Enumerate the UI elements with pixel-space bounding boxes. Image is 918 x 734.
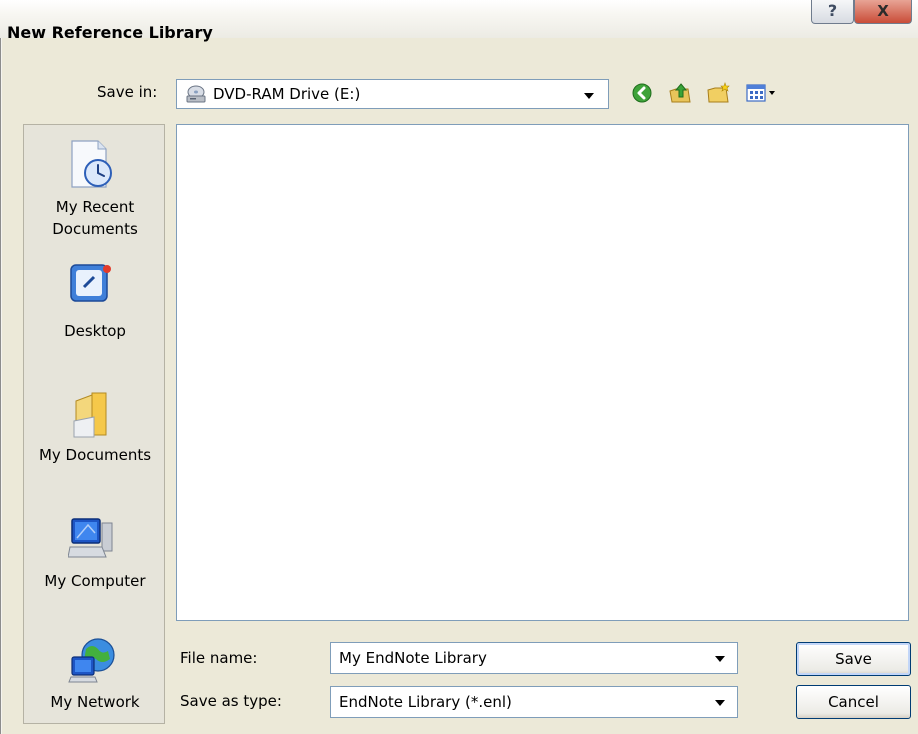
dvd-drive-icon [185,84,207,104]
my-computer-icon [67,513,118,567]
window-left-border [0,0,2,734]
place-label: My Computer [44,572,146,590]
save-in-value: DVD-RAM Drive (E:) [213,85,361,103]
file-name-value[interactable]: My EndNote Library [339,649,487,667]
place-label-line2: Documents [52,220,138,238]
save-as-type-value: EndNote Library (*.enl) [339,693,512,711]
file-name-field[interactable]: My EndNote Library [330,642,738,674]
place-label: My Network [50,693,140,711]
help-button[interactable]: ? [811,0,854,24]
place-my-documents[interactable]: My Documents [24,383,166,475]
help-icon: ? [827,1,838,20]
place-label: Desktop [64,322,126,340]
views-menu-icon[interactable] [745,82,781,106]
file-list[interactable] [176,124,909,621]
place-my-computer[interactable]: My Computer [24,509,166,601]
place-my-network[interactable]: My Network [24,633,166,723]
save-as-type-label: Save as type: [180,692,282,710]
save-in-dropdown[interactable]: DVD-RAM Drive (E:) [176,79,609,109]
place-desktop[interactable]: Desktop [24,255,166,347]
my-network-icon [68,635,118,689]
chevron-down-icon[interactable] [584,93,594,99]
chevron-down-icon[interactable] [715,656,725,662]
new-folder-icon[interactable] [706,82,732,106]
save-as-type-dropdown[interactable]: EndNote Library (*.enl) [330,686,738,718]
close-button[interactable]: X [854,0,912,24]
save-button[interactable]: Save [796,642,911,676]
cancel-button[interactable]: Cancel [796,685,911,719]
places-bar: My Recent Documents Desktop My Documents… [23,124,165,724]
chevron-down-icon[interactable] [715,700,725,706]
file-name-label: File name: [180,649,258,667]
recent-documents-icon [68,139,116,195]
desktop-icon [68,259,116,311]
save-in-label: Save in: [97,83,158,101]
dialog-title: New Reference Library [7,23,213,42]
new-reference-library-dialog: New Reference Library ? X Save in: DVD-R… [0,0,918,734]
back-icon[interactable] [631,82,653,106]
place-label-line1: My Recent [55,198,135,216]
up-folder-icon[interactable] [668,82,692,106]
my-documents-icon [70,387,114,443]
title-bar[interactable]: New Reference Library ? X [0,0,918,42]
close-icon: X [877,2,889,20]
place-label: My Documents [38,446,152,464]
place-my-recent-documents[interactable]: My Recent Documents [24,133,166,245]
